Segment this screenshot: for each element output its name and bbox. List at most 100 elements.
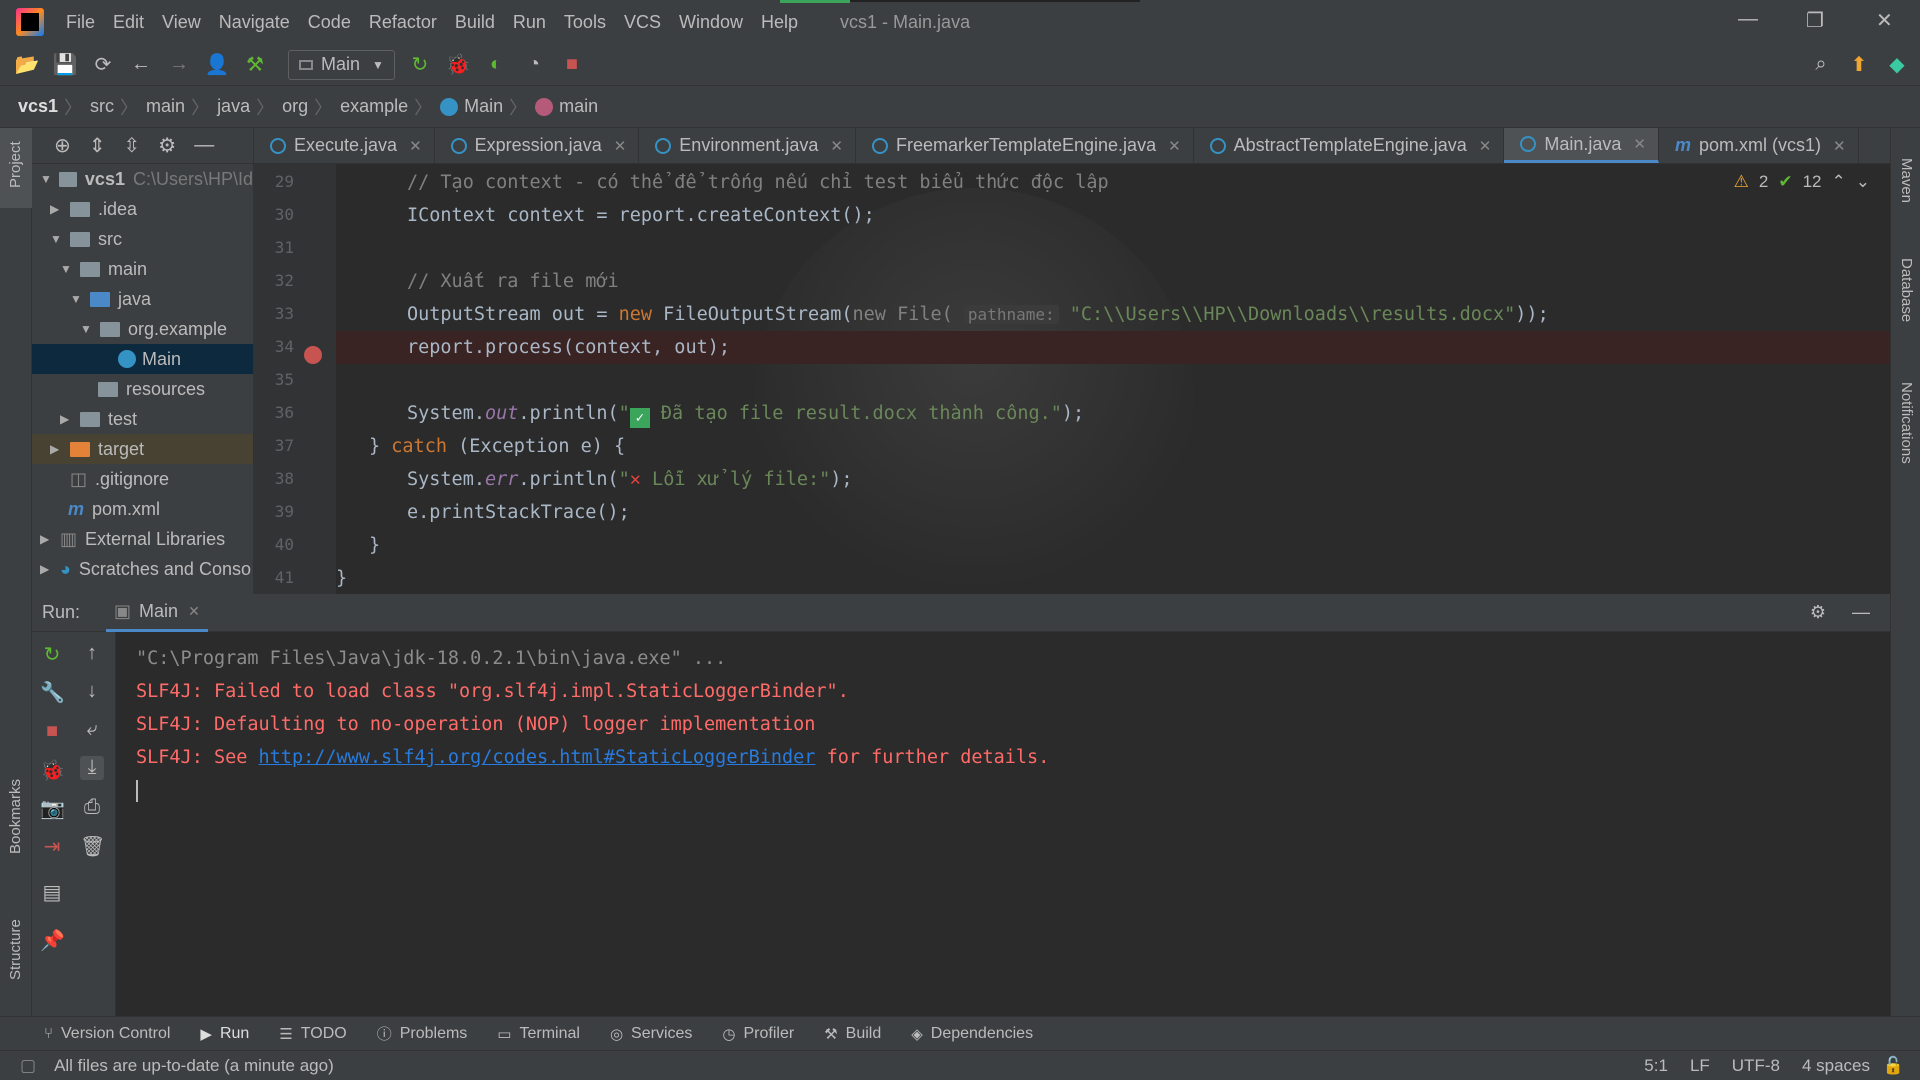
plugin-icon[interactable]: ◆ — [1882, 50, 1912, 80]
menu-code[interactable]: Code — [308, 12, 351, 33]
close-icon[interactable]: ✕ — [1633, 135, 1646, 153]
debug-icon[interactable]: 🐞 — [443, 50, 473, 80]
chevron-down-icon[interactable]: ▼ — [80, 322, 94, 336]
chevron-right-icon[interactable]: ▶ — [50, 442, 64, 456]
chevron-down-icon[interactable]: ▼ — [70, 292, 84, 306]
trash-icon[interactable]: 🗑 — [80, 834, 105, 858]
chevron-down-icon[interactable]: ▼ — [60, 262, 74, 276]
close-window-icon[interactable]: ✕ — [1876, 8, 1893, 33]
rerun-icon[interactable]: ↻ — [40, 642, 64, 666]
scroll-to-end-icon[interactable]: ⤓ — [80, 756, 104, 780]
menu-tools[interactable]: Tools — [564, 12, 606, 33]
menu-edit[interactable]: Edit — [113, 12, 144, 33]
print-icon[interactable]: ⎙ — [80, 796, 104, 820]
menu-build[interactable]: Build — [455, 12, 495, 33]
tab-pom[interactable]: m pom.xml (vcs1) ✕ — [1659, 128, 1859, 163]
expand-all-icon[interactable]: ⇕ — [89, 133, 106, 158]
profile-icon[interactable]: ◔ — [519, 50, 549, 80]
menu-vcs[interactable]: VCS — [624, 12, 661, 33]
console-link[interactable]: http://www.slf4j.org/codes.html#StaticLo… — [259, 747, 816, 768]
tab-expression[interactable]: Expression.java ✕ — [435, 128, 640, 163]
soft-wrap-icon[interactable]: ⤶ — [80, 718, 104, 742]
crumb-main[interactable]: main — [146, 96, 185, 117]
locate-icon[interactable]: ⊕ — [54, 133, 71, 158]
tree-item-main[interactable]: ▼ main — [32, 254, 253, 284]
stop-icon[interactable]: ■ — [557, 50, 587, 80]
tree-item-main-class[interactable]: Main — [32, 344, 253, 374]
chevron-down-icon[interactable]: ▼ — [50, 232, 64, 246]
update-icon[interactable]: ⬆ — [1844, 50, 1874, 80]
crumb-project[interactable]: vcs1 — [18, 96, 58, 117]
tree-item-scratches[interactable]: ▶ ◕ Scratches and Conso — [32, 554, 253, 584]
tab-execute[interactable]: Execute.java ✕ — [254, 128, 435, 163]
layout-toggle-icon[interactable]: ▢ — [20, 1056, 36, 1076]
camera-icon[interactable]: 📷 — [40, 796, 65, 820]
breakpoint-icon[interactable] — [304, 346, 322, 364]
close-icon[interactable]: ✕ — [1168, 137, 1181, 155]
gear-icon[interactable]: ⚙ — [1810, 602, 1826, 623]
user-icon[interactable]: 👤 — [202, 50, 232, 80]
tree-item-idea[interactable]: ▶ .idea — [32, 194, 253, 224]
menu-help[interactable]: Help — [761, 12, 798, 33]
layout-icon[interactable]: ▤ — [40, 880, 64, 904]
database-tool-label[interactable]: Database — [1898, 258, 1915, 322]
run-configuration-select[interactable]: Main ▼ — [288, 49, 395, 80]
collapse-all-icon[interactable]: ⇳ — [124, 133, 141, 158]
debug-icon[interactable]: 🐞 — [40, 758, 65, 782]
menu-file[interactable]: File — [66, 12, 95, 33]
terminal-tool[interactable]: ▭ Terminal — [497, 1025, 580, 1043]
hide-panel-icon[interactable]: — — [194, 134, 214, 157]
close-icon[interactable]: ✕ — [614, 137, 627, 155]
arrow-up-icon[interactable]: ↑ — [80, 642, 104, 666]
line-separator[interactable]: LF — [1690, 1056, 1710, 1076]
project-tool-label[interactable]: Project — [7, 141, 24, 188]
minimize-icon[interactable]: — — [1738, 8, 1758, 31]
profiler-tool[interactable]: ◷ Profiler — [722, 1025, 794, 1043]
gear-icon[interactable]: ⚙ — [158, 133, 176, 158]
maven-tool-label[interactable]: Maven — [1898, 158, 1915, 203]
tree-item-org-example[interactable]: ▼ org.example — [32, 314, 253, 344]
menu-view[interactable]: View — [162, 12, 201, 33]
hide-panel-icon[interactable]: — — [1852, 602, 1870, 623]
back-icon[interactable]: ← — [126, 50, 156, 80]
run-tab-main[interactable]: ▣ Main ✕ — [106, 594, 208, 632]
file-encoding[interactable]: UTF-8 — [1732, 1056, 1780, 1076]
restore-icon[interactable]: ❐ — [1806, 8, 1824, 33]
menu-run[interactable]: Run — [513, 12, 546, 33]
chevron-right-icon[interactable]: ▶ — [40, 532, 54, 546]
run-tool[interactable]: ▶ Run — [200, 1025, 249, 1043]
tree-item-gitignore[interactable]: ◫ .gitignore — [32, 464, 253, 494]
chevron-right-icon[interactable]: ▶ — [60, 412, 74, 426]
dependencies-tool[interactable]: ◈ Dependencies — [911, 1025, 1033, 1043]
chevron-right-icon[interactable]: ▶ — [50, 202, 64, 216]
tab-environment[interactable]: Environment.java ✕ — [639, 128, 856, 163]
problems-tool[interactable]: ⓘ Problems — [377, 1023, 468, 1044]
crumb-method[interactable]: main — [559, 96, 598, 117]
indent-setting[interactable]: 4 spaces — [1802, 1056, 1870, 1076]
search-icon[interactable]: ⌕ — [1806, 50, 1836, 80]
todo-tool[interactable]: ☰ TODO — [279, 1025, 346, 1043]
chevron-right-icon[interactable]: ▶ — [40, 562, 54, 576]
status-message[interactable]: All files are up-to-date (a minute ago) — [54, 1056, 334, 1076]
crumb-src[interactable]: src — [90, 96, 114, 117]
lock-icon[interactable]: 🔓 — [1883, 1056, 1904, 1076]
menu-refactor[interactable]: Refactor — [369, 12, 437, 33]
close-icon[interactable]: ✕ — [1833, 137, 1846, 155]
crumb-java[interactable]: java — [217, 96, 250, 117]
console-output[interactable]: "C:\Program Files\Java\jdk-18.0.2.1\bin\… — [136, 642, 1049, 802]
tree-item-java[interactable]: ▼ java — [32, 284, 253, 314]
crumb-class[interactable]: Main — [464, 96, 503, 117]
version-control-tool[interactable]: ⑂ Version Control — [44, 1025, 170, 1043]
services-tool[interactable]: ◎ Services — [610, 1025, 692, 1043]
menu-navigate[interactable]: Navigate — [219, 12, 290, 33]
stop-icon[interactable]: ■ — [40, 720, 64, 744]
tree-item-target[interactable]: ▶ target — [32, 434, 253, 464]
tree-item-resources[interactable]: resources — [32, 374, 253, 404]
tree-item-src[interactable]: ▼ src — [32, 224, 253, 254]
pin-icon[interactable]: 📌 — [40, 928, 65, 952]
save-icon[interactable]: 💾 — [50, 50, 80, 80]
crumb-org[interactable]: org — [282, 96, 308, 117]
tree-item-vcs1[interactable]: ▼ vcs1 C:\Users\HP\Id — [32, 164, 253, 194]
bookmarks-tool-label[interactable]: Bookmarks — [7, 779, 24, 854]
structure-tool-label[interactable]: Structure — [7, 919, 24, 980]
